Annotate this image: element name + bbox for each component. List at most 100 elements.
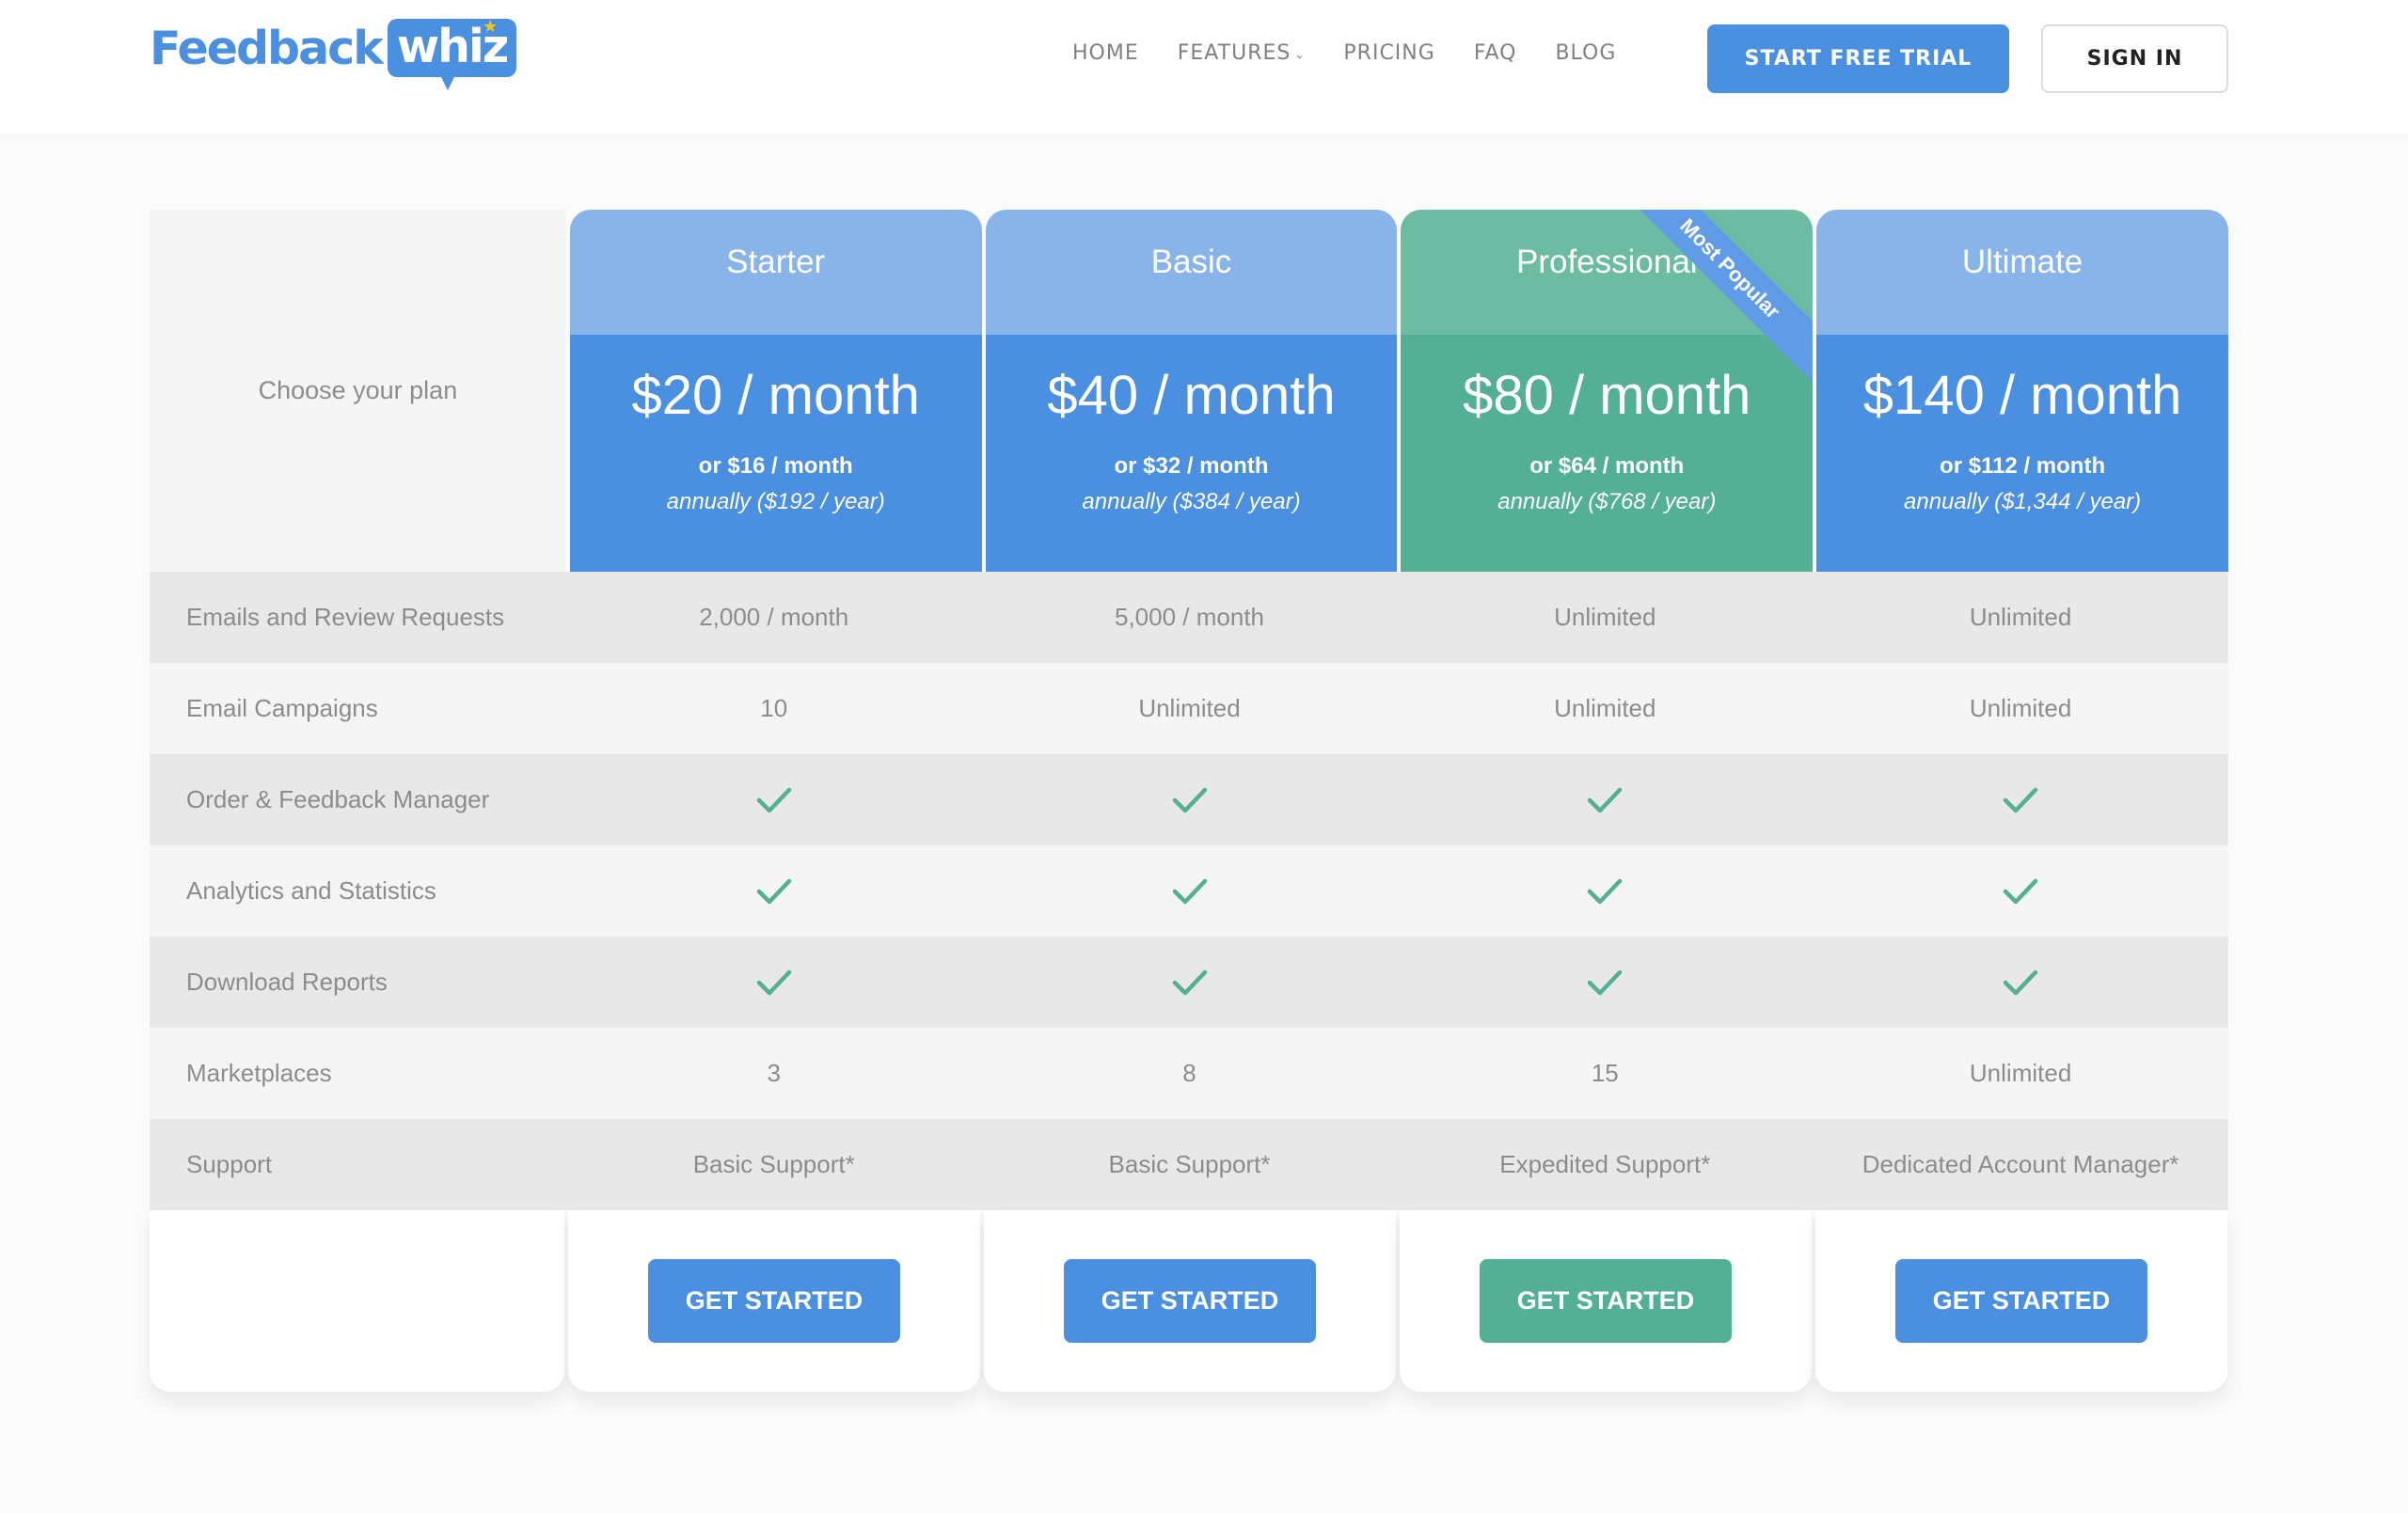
check-icon: [1172, 787, 1207, 812]
plan-header-basic: Basic $40 / month or $32 / month annuall…: [985, 210, 1398, 572]
feature-included-cell: [566, 877, 982, 906]
feature-included-cell: [982, 786, 1398, 814]
feature-value: Dedicated Account Manager*: [1861, 1150, 2179, 1178]
plan-price-block: $80 / month or $64 / month annually ($76…: [1401, 335, 1814, 572]
cta-row: GET STARTED GET STARTED GET STARTED GET …: [150, 1210, 2228, 1392]
feature-included-cell: [566, 969, 982, 997]
get-started-starter-button[interactable]: GET STARTED: [648, 1259, 900, 1343]
check-icon: [2003, 878, 2038, 904]
feature-value: Unlimited: [1969, 694, 2072, 722]
nav-pricing-label: PRICING: [1343, 41, 1435, 65]
feedbackwhiz-logo[interactable]: Feedback whiz ★: [150, 15, 517, 90]
plan-annual-yearly-price: annually ($1,344 / year): [1904, 489, 2142, 514]
feature-value: 8: [1182, 1059, 1196, 1087]
plan-header-starter: Starter $20 / month or $16 / month annua…: [569, 210, 982, 572]
feature-row: Analytics and Statistics: [150, 845, 2228, 937]
nav-home-label: HOME: [1072, 41, 1139, 65]
nav-features[interactable]: FEATURES ⌄: [1178, 41, 1306, 65]
plan-monthly-price: $140 / month: [1862, 365, 2182, 426]
plan-price-block: $40 / month or $32 / month annually ($38…: [985, 335, 1398, 572]
nav-features-label: FEATURES: [1177, 41, 1291, 65]
start-free-trial-button[interactable]: START FREE TRIAL: [1707, 24, 2009, 93]
get-started-ultimate-button[interactable]: GET STARTED: [1895, 1259, 2147, 1343]
feature-value: Unlimited: [1138, 694, 1241, 722]
star-icon: ★: [483, 17, 499, 36]
plan-annual-monthly-price: or $16 / month: [698, 453, 853, 479]
cta-cell-starter: GET STARTED: [568, 1210, 980, 1392]
plan-price-block: $140 / month or $112 / month annually ($…: [1816, 335, 2228, 572]
chevron-down-icon: ⌄: [1294, 47, 1306, 61]
feature-included-cell: [1397, 877, 1813, 906]
feature-included-cell: [1397, 786, 1813, 814]
sign-in-button[interactable]: SIGN IN: [2041, 24, 2228, 93]
plan-annual-monthly-price: or $64 / month: [1529, 453, 1685, 479]
feature-label: Emails and Review Requests: [186, 603, 505, 631]
plan-annual-monthly-price: or $32 / month: [1114, 453, 1269, 479]
plan-name: Starter: [569, 210, 982, 335]
pricing-table: Choose your plan Starter $20 / month or …: [150, 210, 2228, 1392]
plan-annual-yearly-price: annually ($192 / year): [666, 489, 885, 514]
feature-value: Expedited Support*: [1499, 1150, 1711, 1178]
feature-row: Support Basic Support* Basic Support* Exped…: [150, 1119, 2228, 1210]
feature-label: Support: [186, 1150, 273, 1178]
plan-monthly-price: $40 / month: [1047, 365, 1336, 426]
feature-label: Analytics and Statistics: [186, 876, 436, 905]
plan-annual-monthly-price: or $112 / month: [1940, 453, 2106, 479]
feature-label: Marketplaces: [186, 1059, 332, 1087]
feature-value: 2,000 / month: [699, 603, 849, 631]
feature-row: Download Reports: [150, 937, 2228, 1028]
get-started-basic-button[interactable]: GET STARTED: [1064, 1259, 1316, 1343]
plan-name: Basic: [985, 210, 1398, 335]
check-icon: [1588, 787, 1623, 812]
feature-value: Unlimited: [1554, 603, 1656, 631]
feature-label: Order & Feedback Manager: [186, 785, 490, 813]
feature-row: Email Campaigns 10 Unlimited Unlimited Unlim…: [150, 663, 2228, 754]
check-icon: [2003, 969, 2038, 995]
choose-plan-label: Choose your plan: [150, 210, 566, 572]
nav-pricing[interactable]: PRICING: [1343, 41, 1434, 65]
main-nav: HOME FEATURES ⌄ PRICING FAQ BLOG: [1072, 41, 1655, 65]
feature-included-cell: [566, 786, 982, 814]
feature-included-cell: [982, 877, 1398, 906]
plan-name: Ultimate: [1816, 210, 2228, 335]
nav-blog[interactable]: BLOG: [1555, 41, 1616, 65]
logo-text: Feedback: [150, 21, 384, 75]
check-icon: [1172, 878, 1207, 904]
check-icon: [756, 787, 791, 812]
plan-header-professional: Professional $80 / month or $64 / month …: [1401, 210, 1814, 572]
feature-included-cell: [1813, 877, 2228, 906]
cta-cell-basic: GET STARTED: [984, 1210, 1396, 1392]
site-header: Feedback whiz ★ HOME FEATURES ⌄ PRICING F…: [0, 0, 2408, 134]
feature-row: Emails and Review Requests 2,000 / month 5…: [150, 572, 2228, 663]
feature-label: Email Campaigns: [186, 694, 378, 722]
feature-value: Basic Support*: [692, 1150, 855, 1178]
feature-included-cell: [982, 969, 1398, 997]
feature-included-cell: [1813, 786, 2228, 814]
feature-value: Basic Support*: [1108, 1150, 1271, 1178]
check-icon: [756, 878, 791, 904]
feature-value: Unlimited: [1969, 603, 2072, 631]
feature-value: 10: [760, 694, 788, 722]
cta-spacer-cell: [150, 1210, 564, 1392]
feature-value: Unlimited: [1969, 1059, 2072, 1087]
check-icon: [2003, 787, 2038, 812]
nav-faq[interactable]: FAQ: [1474, 41, 1517, 65]
nav-home[interactable]: HOME: [1072, 41, 1139, 65]
feature-included-cell: [1813, 969, 2228, 997]
plan-price-block: $20 / month or $16 / month annually ($19…: [569, 335, 982, 572]
plan-monthly-price: $80 / month: [1463, 365, 1751, 426]
check-icon: [1588, 969, 1623, 995]
nav-blog-label: BLOG: [1555, 41, 1617, 65]
feature-rows: Emails and Review Requests 2,000 / month 5…: [150, 572, 2228, 1210]
cta-cell-ultimate: GET STARTED: [1815, 1210, 2227, 1392]
feature-label: Download Reports: [186, 968, 388, 996]
logo-bubble: whiz ★: [387, 17, 517, 90]
feature-row: Marketplaces 3 8 15 Unlimited: [150, 1028, 2228, 1119]
feature-included-cell: [1397, 969, 1813, 997]
plan-header-row: Choose your plan Starter $20 / month or …: [150, 210, 2228, 572]
check-icon: [1172, 969, 1207, 995]
plan-header-ultimate: Ultimate $140 / month or $112 / month an…: [1816, 210, 2228, 572]
feature-value: Unlimited: [1554, 694, 1656, 722]
get-started-professional-button[interactable]: GET STARTED: [1480, 1259, 1732, 1343]
nav-faq-label: FAQ: [1473, 41, 1517, 65]
